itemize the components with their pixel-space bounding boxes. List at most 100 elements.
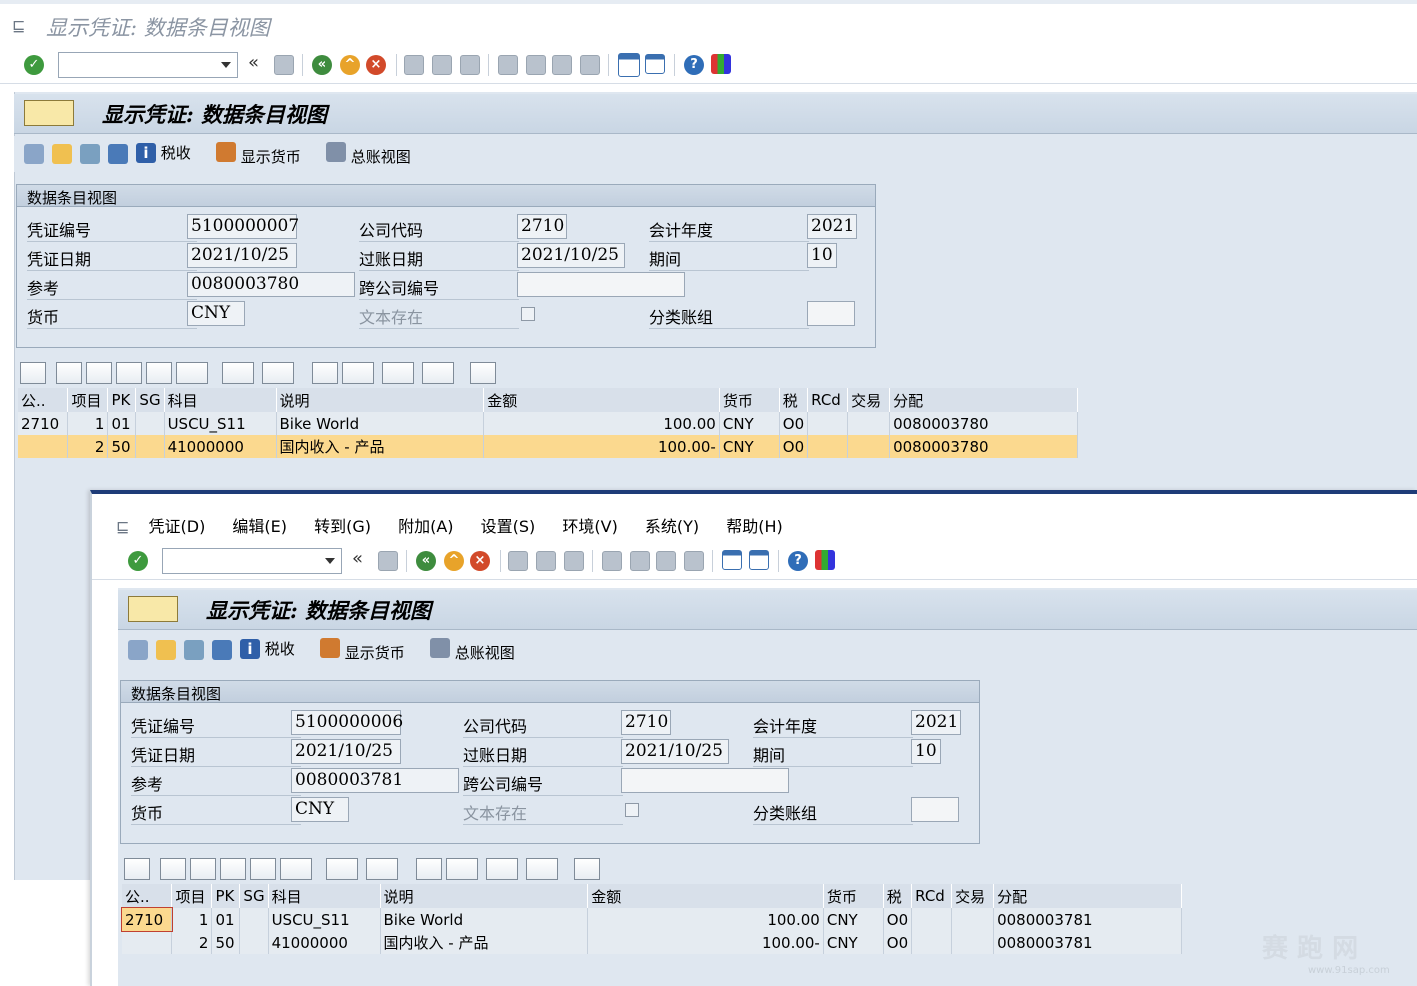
- cell-amount[interactable]: 100.00: [483, 412, 720, 435]
- menu-item-settings[interactable]: 设置(S): [481, 517, 536, 536]
- col-header[interactable]: SG: [135, 388, 165, 412]
- cell-rcd[interactable]: [807, 412, 849, 435]
- new-session-icon[interactable]: [722, 550, 742, 570]
- help-icon[interactable]: ?: [788, 551, 808, 571]
- doc-no-field[interactable]: 5100000006: [291, 710, 403, 735]
- company-field[interactable]: 2710: [621, 710, 671, 735]
- cell-currency[interactable]: CNY: [719, 412, 780, 435]
- doc-no-field[interactable]: 5100000007: [187, 214, 299, 239]
- cell-tax[interactable]: O0: [883, 931, 913, 954]
- posting-date-field[interactable]: 2021/10/25: [621, 739, 729, 764]
- find-next-icon[interactable]: [460, 55, 480, 75]
- doc-date-field[interactable]: 2021/10/25: [187, 243, 297, 268]
- next-page-icon[interactable]: [552, 55, 572, 75]
- new-session-icon[interactable]: [618, 53, 640, 77]
- ledger-group-field[interactable]: [807, 301, 855, 326]
- col-header[interactable]: 项目: [67, 388, 109, 412]
- cell-rcd[interactable]: [911, 908, 953, 931]
- filter-icon[interactable]: [280, 858, 312, 880]
- cross-company-field[interactable]: [621, 768, 789, 793]
- col-header[interactable]: 说明: [380, 884, 589, 908]
- period-field[interactable]: 10: [807, 243, 837, 268]
- menu-button[interactable]: [128, 596, 178, 622]
- change-icon[interactable]: [24, 144, 44, 164]
- table-row[interactable]: 2 50 41000000 国内收入 - 产品 100.00- CNY O0 0…: [122, 931, 1182, 954]
- cell-desc[interactable]: 国内收入 - 产品: [276, 435, 485, 458]
- subtotal-icon[interactable]: [262, 362, 294, 384]
- col-header[interactable]: 交易: [951, 884, 995, 908]
- menu-item-environment[interactable]: 环境(V): [562, 517, 617, 536]
- reference-field[interactable]: 0080003780: [187, 272, 355, 297]
- find-next-grid-icon[interactable]: [250, 858, 276, 880]
- cell-currency[interactable]: CNY: [823, 931, 884, 954]
- save-icon[interactable]: [378, 551, 398, 571]
- cell-account[interactable]: 41000000: [164, 435, 277, 458]
- prev-page-icon[interactable]: [526, 55, 546, 75]
- exit-icon[interactable]: ^: [340, 55, 360, 75]
- table-row-selected[interactable]: 2 50 41000000 国内收入 - 产品 100.00- CNY O0 0…: [18, 435, 1078, 458]
- enter-icon[interactable]: ✓: [24, 55, 44, 75]
- cell-desc[interactable]: 国内收入 - 产品: [380, 931, 589, 954]
- sort-ascending-icon[interactable]: [160, 858, 186, 880]
- menu-button[interactable]: [24, 100, 74, 126]
- gl-view-button[interactable]: 总账视图: [430, 638, 515, 663]
- tax-button[interactable]: i 税收: [136, 142, 191, 163]
- find-grid-icon[interactable]: [220, 858, 246, 880]
- cell-amount[interactable]: 100.00-: [483, 435, 720, 458]
- currency-field[interactable]: CNY: [291, 797, 349, 822]
- cell-sg[interactable]: [135, 435, 165, 458]
- display-icon[interactable]: [184, 640, 204, 660]
- col-header[interactable]: 货币: [719, 388, 780, 412]
- info-grid-icon[interactable]: [470, 362, 496, 384]
- cell-trade[interactable]: [951, 931, 995, 954]
- table-row[interactable]: 2710 1 01 USCU_S11 Bike World 100.00 CNY…: [18, 412, 1078, 435]
- menu-item-edit[interactable]: 编辑(E): [232, 517, 287, 536]
- cell-trade[interactable]: [847, 435, 891, 458]
- text-exists-checkbox[interactable]: [521, 307, 535, 321]
- fiscal-year-field[interactable]: 2021: [807, 214, 857, 239]
- col-header[interactable]: RCd: [807, 388, 849, 412]
- document-icon[interactable]: [52, 144, 72, 164]
- col-header[interactable]: 税: [883, 884, 913, 908]
- cell-desc[interactable]: Bike World: [380, 908, 589, 931]
- cell-company-focused[interactable]: 2710: [121, 907, 173, 932]
- views-icon[interactable]: [342, 362, 374, 384]
- cell-assignment[interactable]: 0080003781: [993, 931, 1182, 954]
- cell-desc[interactable]: Bike World: [276, 412, 485, 435]
- cell-sg[interactable]: [239, 908, 269, 931]
- back-icon[interactable]: «: [312, 55, 332, 75]
- display-currency-button[interactable]: 显示货币: [216, 142, 301, 167]
- first-page-icon[interactable]: [602, 551, 622, 571]
- first-page-icon[interactable]: [498, 55, 518, 75]
- cell-account[interactable]: USCU_S11: [268, 908, 381, 931]
- find-next-grid-icon[interactable]: [146, 362, 172, 384]
- cell-sg[interactable]: [239, 931, 269, 954]
- cell-tax[interactable]: O0: [779, 412, 809, 435]
- display-icon[interactable]: [80, 144, 100, 164]
- find-next-icon[interactable]: [564, 551, 584, 571]
- cell-company[interactable]: [122, 931, 173, 954]
- find-grid-icon[interactable]: [116, 362, 142, 384]
- enter-icon[interactable]: ✓: [128, 551, 148, 571]
- views-icon[interactable]: [446, 858, 478, 880]
- save-icon[interactable]: [274, 55, 294, 75]
- filter-icon[interactable]: [176, 362, 208, 384]
- col-header[interactable]: 分配: [993, 884, 1182, 908]
- reference-field[interactable]: 0080003781: [291, 768, 459, 793]
- sort-descending-icon[interactable]: [86, 362, 112, 384]
- col-header[interactable]: 公..: [122, 884, 173, 908]
- cell-company[interactable]: 2710: [18, 412, 69, 435]
- posting-date-field[interactable]: 2021/10/25: [517, 243, 625, 268]
- prev-page-icon[interactable]: [630, 551, 650, 571]
- menu-item-document[interactable]: 凭证(D): [149, 517, 206, 536]
- cell-assignment[interactable]: 0080003781: [993, 908, 1182, 931]
- exit-icon[interactable]: ^: [444, 551, 464, 571]
- cell-company[interactable]: [18, 435, 69, 458]
- col-header[interactable]: 金额: [587, 884, 824, 908]
- col-header[interactable]: SG: [239, 884, 269, 908]
- document-icon[interactable]: [156, 640, 176, 660]
- cell-item[interactable]: 2: [171, 931, 213, 954]
- col-header[interactable]: 税: [779, 388, 809, 412]
- ledger-group-field[interactable]: [911, 797, 959, 822]
- company-field[interactable]: 2710: [517, 214, 567, 239]
